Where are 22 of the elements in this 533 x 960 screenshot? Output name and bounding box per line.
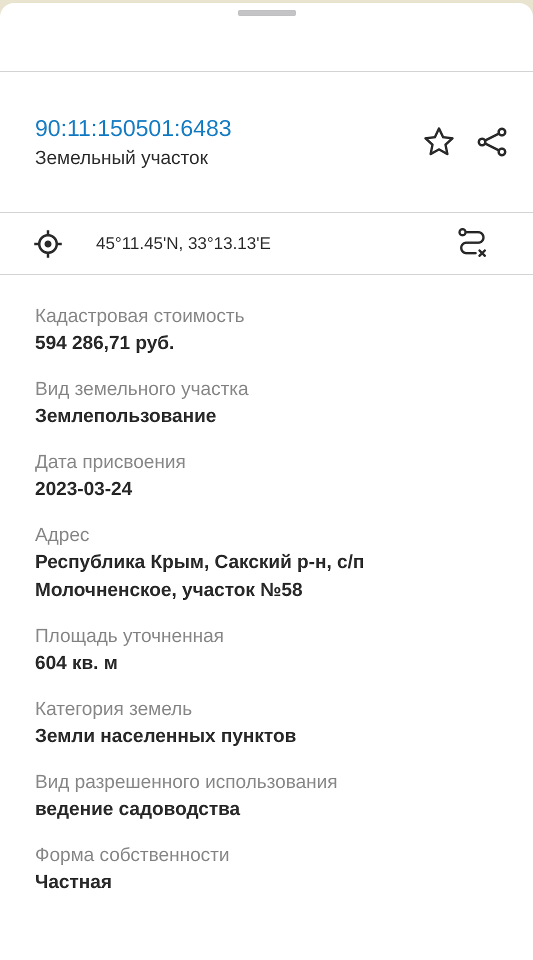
field-value: Земли населенных пунктов — [35, 725, 298, 749]
share-icon[interactable] — [475, 125, 509, 159]
field-value: ведение садоводства — [35, 798, 242, 822]
field-label: Дата присвоения — [35, 451, 187, 475]
field-label: Вид земельного участка — [35, 378, 250, 402]
field-value: 2023-03-24 — [35, 478, 134, 502]
field-label: Форма собственности — [35, 844, 230, 868]
field-label: Площадь уточненная — [35, 625, 225, 649]
field-value: Землепользование — [35, 405, 218, 429]
cadastral-number-link[interactable]: 90:11:150501:6483 — [35, 114, 232, 142]
field-value: 594 286,71 руб. — [35, 332, 176, 356]
field-value: 604 кв. м — [35, 652, 119, 676]
field-label: Вид разрешенного использования — [35, 771, 339, 795]
object-type: Земельный участок — [35, 148, 209, 170]
crosshair-icon[interactable] — [33, 228, 63, 258]
drag-handle[interactable] — [238, 10, 296, 16]
coordinates: 45°11.45'N, 33°13.13'E — [96, 234, 272, 254]
field-label: Адрес — [35, 524, 90, 548]
field-value: Частная — [35, 871, 113, 895]
field-label: Категория земель — [35, 698, 194, 722]
field-label: Кадастровая стоимость — [35, 305, 246, 329]
field-value: Республика Крым, Сакский р-н, с/п Молочненское, участок №58 — [35, 551, 366, 603]
